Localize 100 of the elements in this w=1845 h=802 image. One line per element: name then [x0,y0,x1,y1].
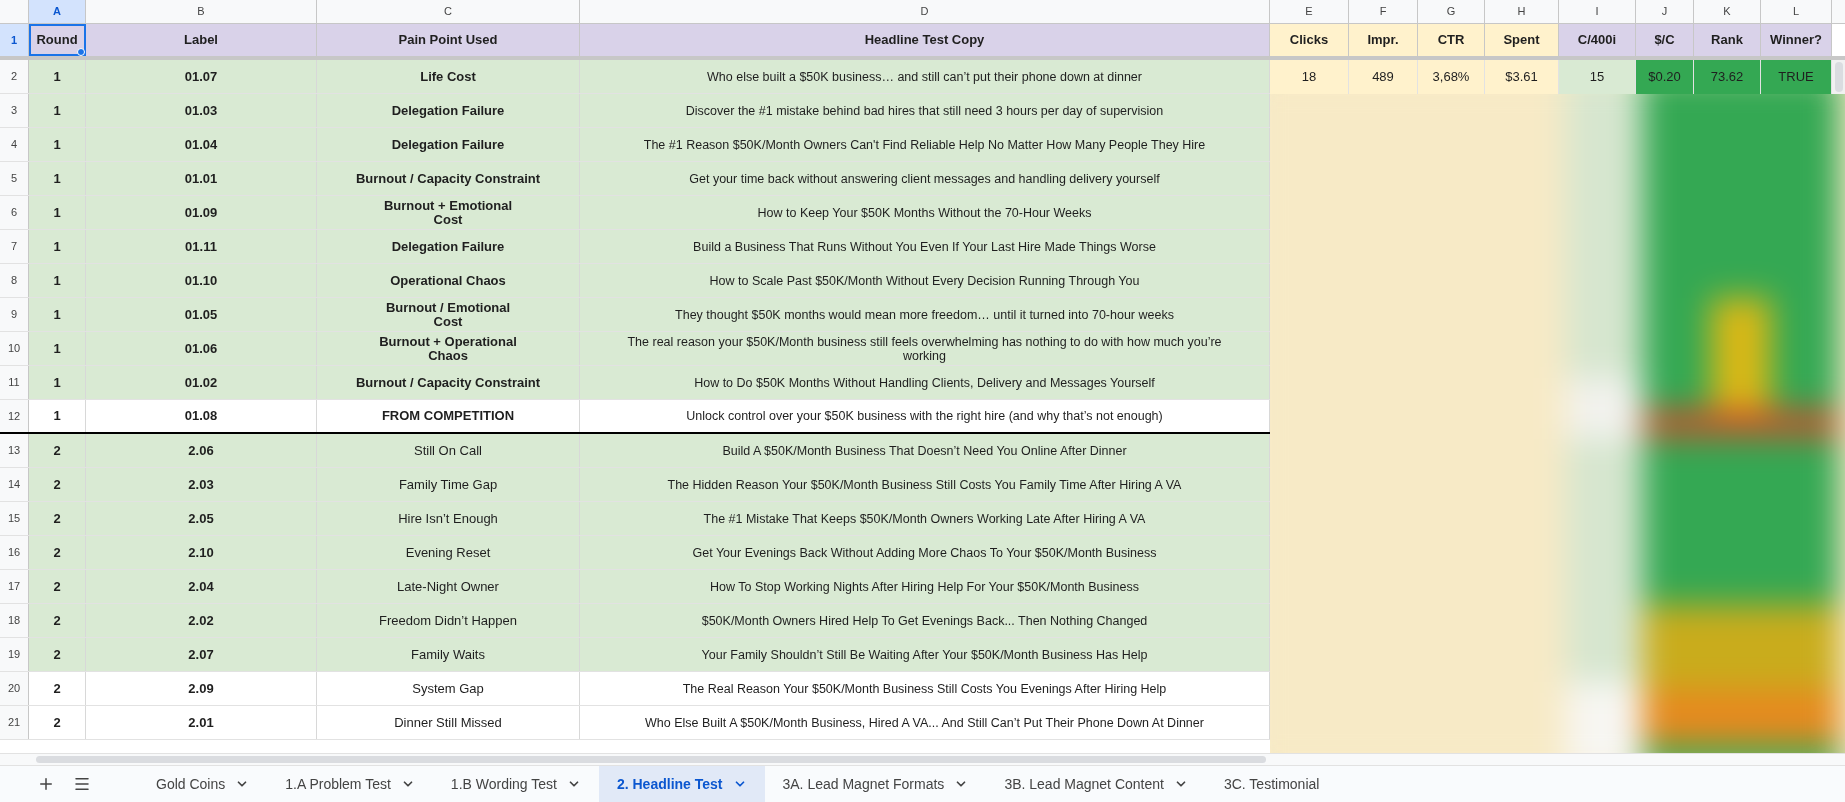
table-cell: 01.05 [86,298,317,331]
table-cell: Burnout / Emotional Cost [317,298,580,331]
table-cell: Your Family Shouldn’t Still Be Waiting After Your $50K/Month Business Has Help [580,638,1270,671]
header-cell[interactable]: Headline Test Copy [580,24,1270,56]
table-cell: They thought $50K months would mean more freedom… until it turned into 70-hour weeks [580,298,1270,331]
column-header[interactable]: J [1636,0,1694,23]
table-cell: 2 [29,638,86,671]
table-cell: 1 [29,162,86,195]
table-cell: How to Scale Past $50K/Month Without Every Decision Running Through You [580,264,1270,297]
table-cell: The real reason your $50K/Month business still feels overwhelming has nothing to do with how much you’re working [580,332,1270,365]
table-cell: 01.02 [86,366,317,399]
table-cell: 2 [29,604,86,637]
table-cell: $50K/Month Owners Hired Help To Get Evenings Back... Then Nothing Changed [580,604,1270,637]
table-cell: 2.05 [86,502,317,535]
header-cell[interactable]: Round [29,24,86,56]
column-header[interactable]: D [580,0,1270,23]
table-cell: 01.10 [86,264,317,297]
sheet-tab[interactable]: 1.B Wording Test [432,765,599,802]
fill-handle[interactable] [77,48,85,56]
row-number[interactable]: 9 [0,298,29,331]
column-header[interactable]: K [1694,0,1761,23]
row-number[interactable]: 12 [0,400,29,432]
header-cell[interactable]: CTR [1418,24,1485,56]
table-cell: Get Your Evenings Back Without Adding More Chaos To Your $50K/Month Business [580,536,1270,569]
sheet-tab[interactable]: 3B. Lead Magnet Content [986,765,1206,802]
row-number[interactable]: 18 [0,604,29,637]
plus-icon [37,775,55,793]
sheet-tab[interactable]: 2. Headline Test [598,765,765,802]
table-cell: Burnout + Emotional Cost [317,196,580,229]
table-cell: 2 [29,570,86,603]
sheet-tab[interactable]: 1.A Problem Test [267,765,433,802]
header-cell[interactable]: Impr. [1349,24,1418,56]
sheet-tab[interactable]: Gold Coins [138,765,268,802]
row-number[interactable]: 5 [0,162,29,195]
table-cell: Operational Chaos [317,264,580,297]
column-header[interactable]: B [86,0,317,23]
row-number[interactable]: 15 [0,502,29,535]
table-cell: Delegation Failure [317,94,580,127]
row-number[interactable]: 20 [0,672,29,705]
row-number[interactable]: 4 [0,128,29,161]
column-header[interactable]: A [29,0,86,23]
column-header[interactable]: E [1270,0,1349,23]
table-cell: 1 [29,332,86,365]
column-header[interactable]: L [1761,0,1832,23]
row-number[interactable]: 17 [0,570,29,603]
table-cell: Hire Isn’t Enough [317,502,580,535]
header-cell[interactable]: Rank [1694,24,1761,56]
header-cell[interactable]: Clicks [1270,24,1349,56]
column-header[interactable]: C [317,0,580,23]
column-header[interactable]: G [1418,0,1485,23]
row-number[interactable]: 21 [0,706,29,739]
row-number[interactable]: 14 [0,468,29,501]
header-cell[interactable]: Winner? [1761,24,1832,56]
table-cell: 15 [1559,60,1636,94]
row-number[interactable]: 3 [0,94,29,127]
table-cell: 1 [29,94,86,127]
header-cell[interactable]: $/C [1636,24,1694,56]
table-cell: How to Keep Your $50K Months Without the 70-Hour Weeks [580,196,1270,229]
row-number[interactable]: 19 [0,638,29,671]
row-number[interactable]: 11 [0,366,29,399]
table-cell: Burnout / Capacity Constraint [317,162,580,195]
table-cell: 2.06 [86,434,317,467]
row-number[interactable]: 8 [0,264,29,297]
table-cell: 2.04 [86,570,317,603]
table-cell: Late-Night Owner [317,570,580,603]
table-cell: 2 [29,536,86,569]
horizontal-scrollbar[interactable] [0,753,1845,765]
row-number[interactable]: 10 [0,332,29,365]
row-number[interactable]: 7 [0,230,29,263]
table-cell: Who else built a $50K business… and still can’t put their phone down at dinner [580,60,1270,93]
table-cell: 1 [29,264,86,297]
column-header[interactable]: H [1485,0,1559,23]
table-cell: 2.03 [86,468,317,501]
table-cell: 3,68% [1418,60,1485,94]
sheet-tab[interactable]: 3A. Lead Magnet Formats [764,765,987,802]
table-cell: 1 [29,298,86,331]
header-cell[interactable]: C/400i [1559,24,1636,56]
table-cell: Delegation Failure [317,128,580,161]
table-cell: 01.06 [86,332,317,365]
table-cell: 18 [1270,60,1349,94]
row-number[interactable]: 6 [0,196,29,229]
row-number[interactable]: 2 [0,60,29,93]
row-number[interactable]: 1 [0,24,29,56]
header-cell[interactable]: Pain Point Used [317,24,580,56]
table-cell: 2 [29,434,86,467]
table-cell: 489 [1349,60,1418,94]
column-header[interactable]: I [1559,0,1636,23]
sheet-tab[interactable]: 3C. Testimonial [1205,765,1338,802]
column-header[interactable]: F [1349,0,1418,23]
table-cell: Burnout + Operational Chaos [317,332,580,365]
row-number[interactable]: 13 [0,434,29,467]
table-cell: TRUE [1761,60,1832,94]
row-number[interactable]: 16 [0,536,29,569]
table-cell: Freedom Didn’t Happen [317,604,580,637]
table-cell: 2.10 [86,536,317,569]
header-cell[interactable]: Label [86,24,317,56]
table-cell: 01.07 [86,60,317,93]
header-cell[interactable]: Spent [1485,24,1559,56]
table-cell: The #1 Mistake That Keeps $50K/Month Owners Working Late After Hiring A VA [580,502,1270,535]
table-cell: How To Stop Working Nights After Hiring Help For Your $50K/Month Business [580,570,1270,603]
